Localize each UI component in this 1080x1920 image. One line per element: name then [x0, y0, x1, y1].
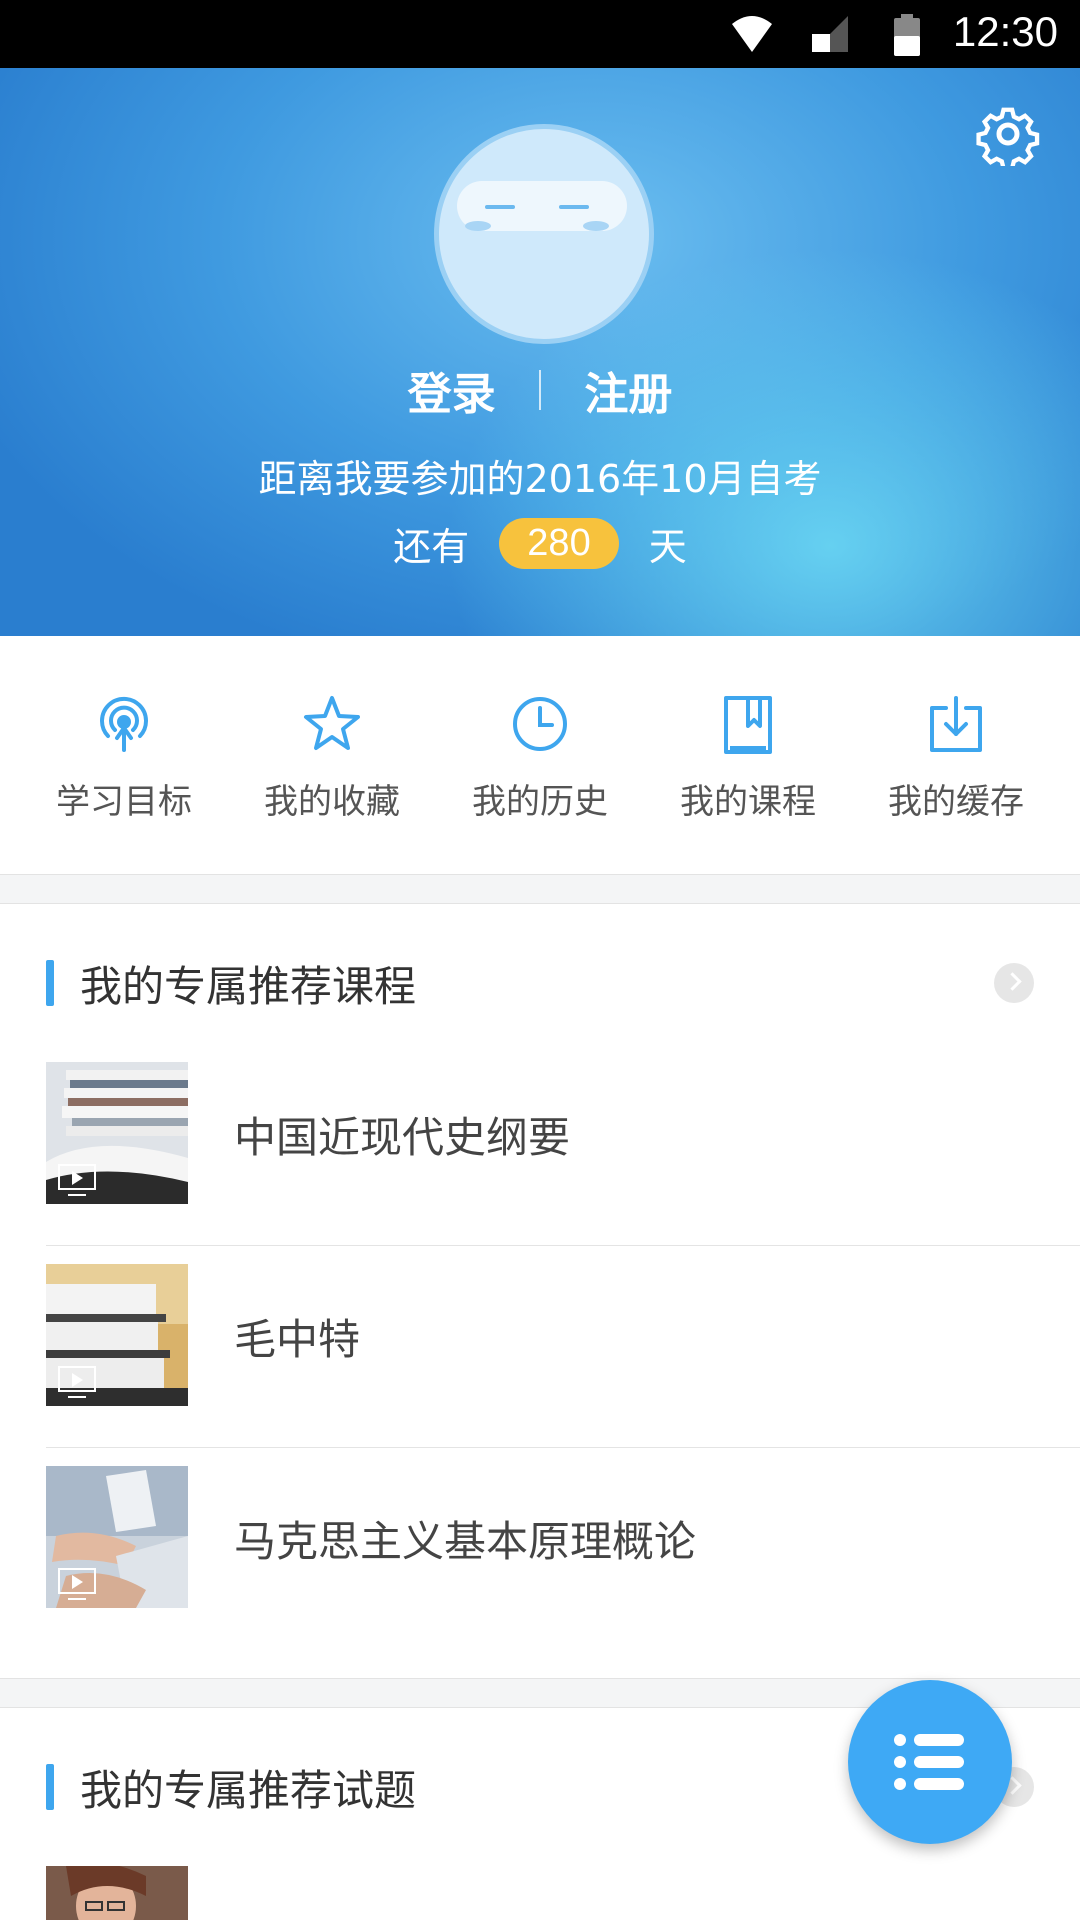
section-header-courses: 我的专属推荐课程 — [46, 960, 416, 1011]
chevron-right-icon[interactable] — [994, 963, 1034, 1003]
accent-bar — [46, 1764, 54, 1810]
nav-label: 我的历史 — [472, 782, 608, 822]
broadcast-icon — [100, 696, 148, 752]
avatar-eye-left — [485, 205, 515, 209]
section-divider — [0, 874, 1080, 904]
nav-label: 学习目标 — [56, 782, 192, 822]
exam-countdown-days: 还有 280 天 — [0, 516, 1080, 571]
clock-icon — [513, 697, 567, 751]
video-icon — [58, 1366, 96, 1398]
battery-icon — [894, 14, 920, 56]
list-item[interactable]: 中国近现代史纲要 — [46, 1044, 1080, 1246]
nav-history[interactable]: 我的历史 — [445, 636, 635, 874]
course-title: 中国近现代史纲要 — [234, 1113, 571, 1162]
avatar-eye-right — [559, 205, 589, 209]
login-link[interactable]: 登录 — [408, 358, 496, 422]
accent-bar — [46, 960, 54, 1006]
bookmark-book-icon — [724, 696, 772, 754]
menu-fab-button[interactable] — [848, 1680, 1012, 1844]
avatar-blush-left — [465, 221, 491, 231]
auth-divider — [539, 370, 541, 410]
star-icon — [304, 696, 360, 750]
download-icon — [930, 696, 982, 752]
nav-cache[interactable]: 我的缓存 — [861, 636, 1051, 874]
auth-links: 登录 注册 — [0, 358, 1080, 422]
register-link[interactable]: 注册 — [584, 358, 672, 422]
status-bar: 12:30 — [0, 0, 1080, 68]
avatar-blush-right — [583, 221, 609, 231]
question-thumbnail — [46, 1866, 188, 1920]
course-title: 毛中特 — [234, 1315, 361, 1364]
signal-icon — [812, 16, 848, 52]
gear-icon[interactable] — [976, 102, 1040, 166]
exam-countdown-text: 距离我要参加的2016年10月自考 — [258, 457, 822, 501]
clock-time: 12:30 — [952, 8, 1058, 55]
nav-label: 我的课程 — [680, 782, 816, 822]
course-thumbnail — [46, 1466, 188, 1608]
nav-label: 我的收藏 — [264, 782, 400, 822]
section-header-questions: 我的专属推荐试题 — [46, 1764, 416, 1815]
countdown-remain-label: 还有 — [393, 525, 470, 569]
profile-header: 登录 注册 距离我要参加的2016年10月自考 还有 280 天 — [0, 68, 1080, 636]
video-icon — [58, 1164, 96, 1196]
countdown-unit-label: 天 — [648, 525, 687, 569]
nav-study-goal[interactable]: 学习目标 — [29, 636, 219, 874]
nav-favorites[interactable]: 我的收藏 — [237, 636, 427, 874]
nav-label: 我的缓存 — [888, 782, 1024, 822]
nav-my-courses[interactable]: 我的课程 — [653, 636, 843, 874]
course-thumbnail — [46, 1062, 188, 1204]
wifi-icon — [732, 16, 772, 52]
avatar[interactable] — [434, 124, 654, 344]
course-thumbnail — [46, 1264, 188, 1406]
list-item[interactable]: 毛中特 — [46, 1246, 1080, 1448]
quick-nav: 学习目标 我的收藏 我的历史 我的课程 我的缓存 — [0, 636, 1080, 874]
list-item[interactable]: 马克思主义基本原理概论 — [46, 1448, 1080, 1650]
course-title: 马克思主义基本原理概论 — [234, 1517, 697, 1566]
list-menu-icon — [894, 1734, 964, 1790]
video-icon — [58, 1568, 96, 1600]
section-title: 我的专属推荐试题 — [80, 1765, 417, 1815]
days-badge: 280 — [499, 518, 619, 569]
section-title: 我的专属推荐课程 — [80, 961, 417, 1011]
